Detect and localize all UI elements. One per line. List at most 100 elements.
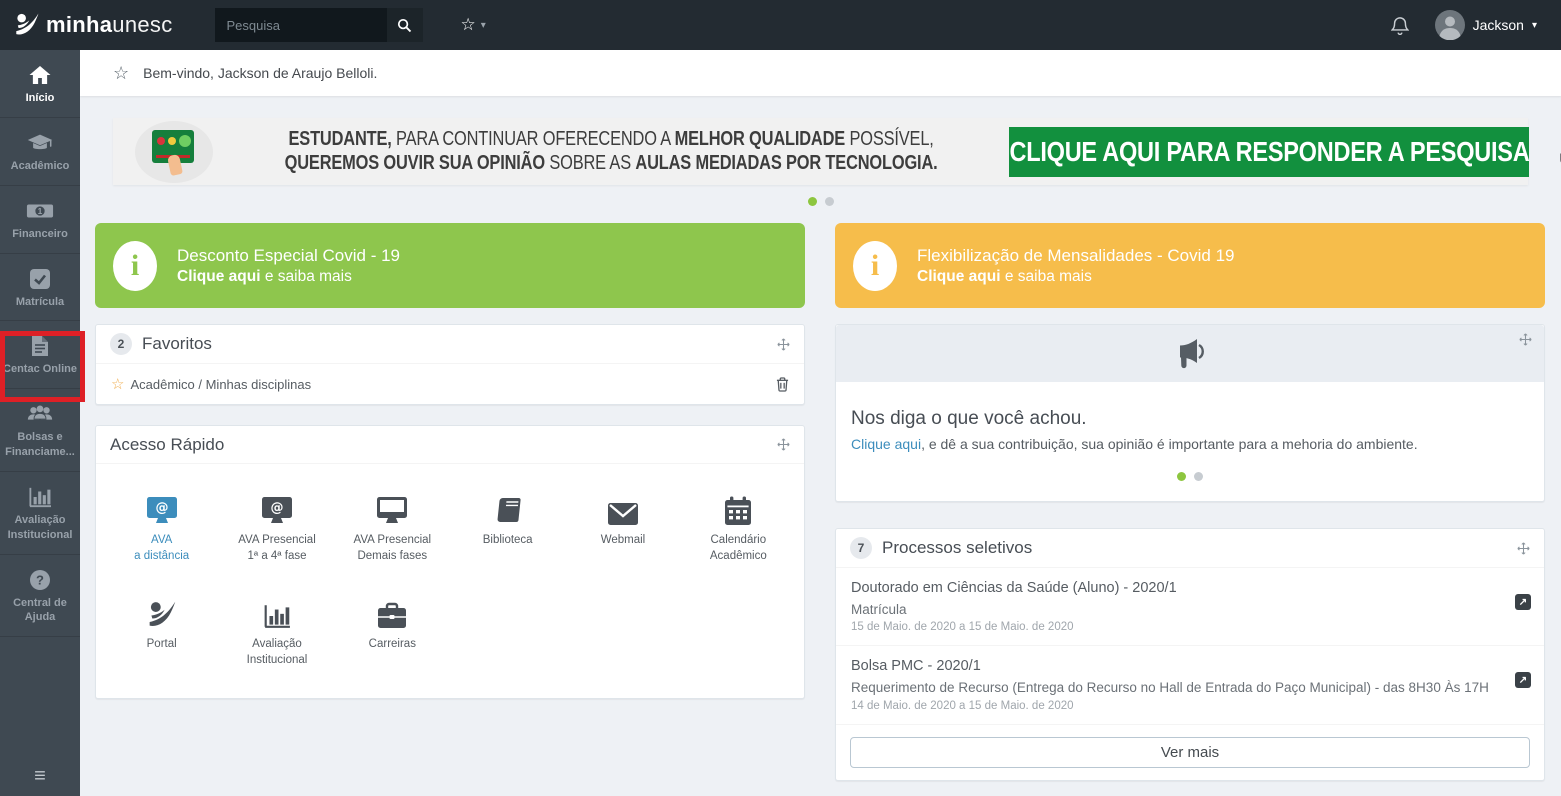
welcome-message: Bem-vindo, Jackson de Araujo Belloli.	[143, 65, 377, 81]
check-square-icon	[3, 267, 77, 291]
monitor-at-icon: @	[145, 490, 179, 526]
sidebar-item-inicio[interactable]: Início	[0, 50, 80, 118]
user-menu[interactable]: Jackson ▾	[1435, 10, 1537, 40]
covid-discount-card[interactable]: i Desconto Especial Covid - 19 Clique aq…	[95, 223, 805, 308]
favorites-dropdown[interactable]: ☆ ▾	[461, 15, 486, 35]
answer-survey-button[interactable]: CLIQUE AQUI PARA RESPONDER A PESQUISA	[1009, 127, 1529, 177]
unesc-swoosh-icon	[14, 12, 40, 38]
external-link-icon[interactable]: ↗	[1515, 594, 1531, 610]
star-icon: ☆	[111, 375, 124, 393]
feedback-carousel-dots	[851, 472, 1529, 481]
feedback-text: Clique aqui, e dê a sua contribuição, su…	[851, 436, 1529, 452]
drag-move-icon[interactable]	[777, 438, 790, 451]
drag-move-icon[interactable]	[1519, 333, 1532, 346]
covid-flexibilization-card[interactable]: i Flexibilização de Mensalidades - Covid…	[835, 223, 1545, 308]
svg-text:@: @	[270, 501, 283, 516]
top-navigation-bar: minhaunesc ☆ ▾ Jackson ▾	[0, 0, 1561, 50]
app-title: minhaunesc	[46, 12, 173, 38]
quick-access-grid: @ AVAa distância @ AVA Presencial1ª a 4ª…	[96, 464, 804, 698]
process-item-bolsa-pmc[interactable]: Bolsa PMC - 2020/1 Requerimento de Recur…	[836, 646, 1544, 724]
sidebar-item-financeiro[interactable]: 1 Financeiro	[0, 186, 80, 254]
info-icon: i	[853, 241, 897, 291]
page-header: ☆ Bem-vindo, Jackson de Araujo Belloli.	[80, 50, 1561, 96]
favorite-page-star-icon[interactable]: ☆	[113, 63, 129, 84]
notifications-bell-button[interactable]	[1391, 16, 1409, 35]
avatar	[1435, 10, 1465, 40]
survey-banner-text: ESTUDANTE, PARA CONTINUAR OFERECENDO A M…	[213, 128, 1009, 175]
envelope-icon	[607, 490, 639, 526]
favorite-item-minhas-disciplinas[interactable]: ☆ Acadêmico / Minhas disciplinas	[96, 364, 804, 404]
unesc-mark-icon	[146, 594, 178, 630]
bell-icon	[1391, 16, 1409, 35]
feedback-link[interactable]: Clique aqui	[851, 436, 921, 452]
quick-access-panel-title: Acesso Rápido	[110, 435, 224, 455]
sidebar-item-bolsas-financiamentos[interactable]: Bolsas e Financiame...	[0, 389, 80, 472]
user-name: Jackson	[1473, 17, 1524, 33]
quick-access-ava-distancia[interactable]: @ AVAa distância	[104, 490, 219, 564]
quick-access-portal[interactable]: Portal	[104, 594, 219, 668]
carousel-dot[interactable]	[1194, 472, 1203, 481]
notice-title: Desconto Especial Covid - 19	[177, 245, 400, 266]
notice-link-line[interactable]: Clique aqui e saiba mais	[177, 268, 400, 286]
svg-text:@: @	[155, 501, 168, 516]
left-column: i Desconto Especial Covid - 19 Clique aq…	[95, 223, 805, 781]
sidebar-item-matricula[interactable]: Matrícula	[0, 254, 80, 322]
external-link-icon[interactable]: ↗	[1515, 672, 1531, 688]
process-item-doutorado[interactable]: Doutorado em Ciências da Saúde (Aluno) -…	[836, 568, 1544, 646]
feedback-heading: Nos diga o que você achou.	[851, 408, 1529, 430]
feedback-widget: Nos diga o que você achou. Clique aqui, …	[835, 324, 1545, 502]
feedback-banner-band	[836, 325, 1544, 382]
sidebar-item-avaliacao-institucional[interactable]: Avaliação Institucional	[0, 472, 80, 555]
home-icon	[3, 63, 77, 87]
sidebar-navigation: Início Acadêmico 1 Financeiro Matrícula …	[0, 50, 80, 796]
document-icon	[3, 334, 77, 358]
sidebar-item-academico[interactable]: Acadêmico	[0, 118, 80, 186]
sidebar-item-central-de-ajuda[interactable]: ? Central de Ajuda	[0, 555, 80, 638]
notice-link-line[interactable]: Clique aqui e saiba mais	[917, 268, 1235, 286]
calendar-icon	[724, 490, 752, 526]
svg-text:1: 1	[38, 206, 43, 216]
bar-chart-icon	[263, 594, 291, 630]
svg-text:?: ?	[36, 572, 44, 587]
search-box	[215, 8, 423, 42]
drag-move-icon[interactable]	[1517, 542, 1530, 555]
notice-title: Flexibilização de Mensalidades - Covid 1…	[917, 245, 1235, 266]
survey-banner[interactable]: ESTUDANTE, PARA CONTINUAR OFERECENDO A M…	[113, 118, 1528, 185]
processes-panel-title: Processos seletivos	[882, 538, 1032, 558]
app-logo[interactable]: minhaunesc	[0, 12, 187, 38]
survey-illustration	[135, 121, 213, 183]
carousel-dot-active[interactable]	[808, 197, 817, 206]
star-icon: ☆	[461, 15, 476, 35]
megaphone-icon	[1170, 338, 1210, 370]
monitor-icon	[375, 490, 409, 526]
logo-light-part: unesc	[112, 12, 172, 37]
search-icon	[397, 18, 412, 33]
search-button[interactable]	[387, 8, 423, 42]
processes-count-badge: 7	[850, 537, 872, 559]
quick-access-webmail[interactable]: Webmail	[565, 490, 680, 564]
quick-access-avaliacao-institucional[interactable]: AvaliaçãoInstitucional	[219, 594, 334, 668]
book-icon	[495, 490, 521, 526]
banner-carousel-dots	[95, 197, 1546, 206]
quick-access-calendario[interactable]: CalendárioAcadêmico	[681, 490, 796, 564]
see-more-button[interactable]: Ver mais	[850, 737, 1530, 768]
quick-access-carreiras[interactable]: Carreiras	[335, 594, 450, 668]
question-circle-icon: ?	[3, 568, 77, 592]
favorites-panel: 2 Favoritos ☆ Acadêmico / Minhas discipl…	[95, 324, 805, 405]
users-icon	[3, 402, 77, 426]
delete-favorite-button[interactable]	[776, 377, 789, 392]
quick-access-ava-presencial-demais[interactable]: AVA PresencialDemais fases	[335, 490, 450, 564]
graduation-cap-icon	[3, 131, 77, 155]
banknote-icon: 1	[3, 199, 77, 223]
quick-access-biblioteca[interactable]: Biblioteca	[450, 490, 565, 564]
main-content: ESTUDANTE, PARA CONTINUAR OFERECENDO A M…	[80, 96, 1561, 796]
drag-move-icon[interactable]	[777, 338, 790, 351]
carousel-dot-active[interactable]	[1177, 472, 1186, 481]
carousel-dot[interactable]	[825, 197, 834, 206]
chevron-down-icon: ▾	[481, 20, 486, 31]
search-input[interactable]	[215, 8, 387, 42]
sidebar-collapse-button[interactable]: ≡	[0, 765, 80, 788]
bar-chart-icon	[3, 485, 77, 509]
sidebar-item-centac-online[interactable]: Centac Online	[0, 321, 80, 389]
quick-access-ava-presencial-1-4[interactable]: @ AVA Presencial1ª a 4ª fase	[219, 490, 334, 564]
